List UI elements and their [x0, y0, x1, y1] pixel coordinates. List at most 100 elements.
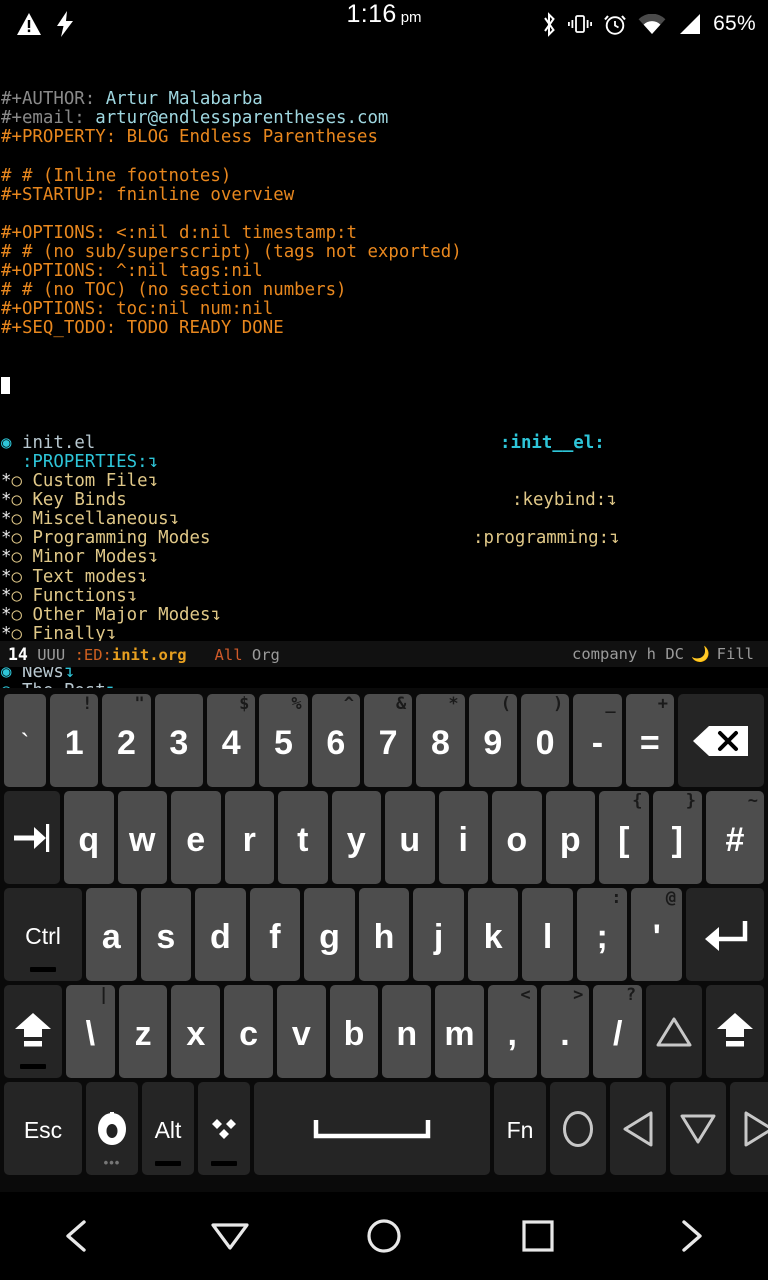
key-space[interactable]: [254, 1082, 490, 1175]
key-k[interactable]: k: [467, 888, 519, 981]
key-v[interactable]: v: [276, 985, 326, 1078]
outline-heading[interactable]: :PROPERTIES:↴: [0, 452, 768, 472]
back-chevron-icon[interactable]: [29, 1192, 125, 1280]
key-esc[interactable]: Esc: [4, 1082, 82, 1175]
buffer-text-segment: #+STARTUP: fninline overview: [1, 184, 295, 205]
key-[interactable]: }]: [652, 791, 702, 884]
key-[interactable]: {[: [599, 791, 649, 884]
key-p[interactable]: p: [545, 791, 595, 884]
key-[interactable]: `: [4, 694, 46, 787]
key-4[interactable]: $4: [206, 694, 256, 787]
key-m[interactable]: m: [435, 985, 484, 1078]
forward-chevron-icon[interactable]: [643, 1192, 739, 1280]
key-fn[interactable]: Fn: [494, 1082, 546, 1175]
key-h[interactable]: h: [358, 888, 410, 981]
key-n[interactable]: n: [382, 985, 432, 1078]
key-e[interactable]: e: [171, 791, 221, 884]
key-arrow-right[interactable]: [730, 1082, 768, 1175]
key-9[interactable]: (9: [468, 694, 517, 787]
key-enter[interactable]: [686, 888, 765, 981]
key-backspace[interactable]: [677, 694, 764, 787]
key-[interactable]: ? /: [593, 985, 643, 1078]
key-shift[interactable]: [706, 985, 765, 1078]
key-shift-label: !: [82, 694, 93, 714]
key-8[interactable]: * 8: [416, 694, 465, 787]
key-q[interactable]: q: [64, 791, 114, 884]
outline-heading[interactable]: *○ Functions↴: [0, 585, 768, 606]
key-arrow-left[interactable]: [610, 1082, 666, 1175]
key-x[interactable]: x: [171, 985, 221, 1078]
key-w[interactable]: w: [117, 791, 167, 884]
key-j[interactable]: j: [413, 888, 464, 981]
battery-percent: 65%: [713, 12, 756, 35]
key-meta[interactable]: •••: [86, 1082, 138, 1175]
key-o[interactable]: o: [492, 791, 542, 884]
key-2[interactable]: " 2: [102, 694, 151, 787]
key-[interactable]: ~ #: [706, 791, 764, 884]
key-c[interactable]: c: [224, 985, 273, 1078]
key-[interactable]: :;: [576, 888, 628, 981]
key-[interactable]: + =: [625, 694, 674, 787]
key-tab[interactable]: [4, 791, 60, 884]
down-triangle-icon[interactable]: [182, 1192, 278, 1280]
emacs-buffer[interactable]: #+AUTHOR: Artur Malabarba #+email: artur@…: [0, 48, 768, 739]
key-[interactable]: <,: [487, 985, 537, 1078]
heading-title: Programming Modes: [32, 528, 211, 549]
key-7[interactable]: & 7: [363, 694, 413, 787]
buffer-text-segment: # # (Inline footnotes): [1, 165, 232, 186]
point-cursor-line: [0, 376, 768, 396]
key-g[interactable]: g: [304, 888, 355, 981]
key-super[interactable]: [198, 1082, 250, 1175]
key-shift[interactable]: [4, 985, 62, 1078]
outline-heading[interactable]: *○ Other Major Modes↴: [0, 605, 768, 625]
key-0[interactable]: ) 0: [520, 694, 570, 787]
buffer-keyword-lines: #+AUTHOR: Artur Malabarba #+email: artur@…: [0, 90, 768, 338]
outline-heading[interactable]: *○ Miscellaneous↴: [0, 510, 768, 529]
key-r[interactable]: r: [224, 791, 274, 884]
key-[interactable]: @ ': [631, 888, 683, 981]
key-[interactable]: >.: [540, 985, 590, 1078]
key-circle[interactable]: [550, 1082, 606, 1175]
outline-heading[interactable]: ◉ init.el:init__el:: [0, 433, 768, 453]
key-l[interactable]: l: [522, 888, 573, 981]
key-shift-label: ~: [747, 791, 758, 811]
key-shift-label: $: [239, 694, 250, 714]
key-b[interactable]: b: [329, 985, 379, 1078]
home-circle-icon[interactable]: [336, 1192, 432, 1280]
key-arrow-up[interactable]: [646, 985, 703, 1078]
key-1[interactable]: ! 1: [50, 694, 99, 787]
key-6[interactable]: ^ 6: [311, 694, 360, 787]
key-t[interactable]: t: [278, 791, 328, 884]
key-ctrl[interactable]: Ctrl: [4, 888, 82, 981]
key-5[interactable]: % 5: [259, 694, 308, 787]
key-y[interactable]: y: [331, 791, 381, 884]
key-label: 2: [117, 723, 136, 762]
key-d[interactable]: d: [195, 888, 246, 981]
meta-icon: [96, 1111, 128, 1146]
key-[interactable]: | \: [66, 985, 115, 1078]
outline-heading[interactable]: *○ Programming Modes:programming:↴: [0, 529, 768, 548]
key-a[interactable]: a: [86, 888, 137, 981]
modeline-minor-modes: company h DC: [572, 645, 684, 663]
key-[interactable]: _ -: [573, 694, 622, 787]
key-alt[interactable]: Alt: [142, 1082, 194, 1175]
key-label: w: [129, 820, 156, 859]
on-screen-keyboard[interactable]: `! 1 " 2 3 $4% 5 ^ 6 & 7 * 8(9) 0 _ - + = q w e r t y u i o p{[}] ~ #…: [0, 688, 768, 1192]
key-s[interactable]: s: [140, 888, 192, 981]
key-i[interactable]: i: [438, 791, 488, 884]
key-3[interactable]: 3: [154, 694, 203, 787]
key-label: 7: [378, 723, 398, 762]
outline-heading[interactable]: *○ Custom File↴: [0, 472, 768, 491]
key-arrow-down[interactable]: [670, 1082, 726, 1175]
outline-heading[interactable]: *○ Key Binds:keybind:↴: [0, 491, 768, 510]
outline-heading[interactable]: *○ Minor Modes↴: [0, 548, 768, 567]
heading-spacer: [22, 547, 32, 567]
outline-heading[interactable]: *○ Text modes↴: [0, 567, 768, 587]
modeline-fill-mode: Fill: [716, 645, 754, 663]
recents-square-icon[interactable]: [490, 1192, 586, 1280]
key-z[interactable]: z: [118, 985, 168, 1078]
fold-indicator-icon: ↴: [126, 585, 138, 606]
key-u[interactable]: u: [385, 791, 435, 884]
modeline-sep2: [187, 646, 215, 664]
key-f[interactable]: f: [249, 888, 301, 981]
